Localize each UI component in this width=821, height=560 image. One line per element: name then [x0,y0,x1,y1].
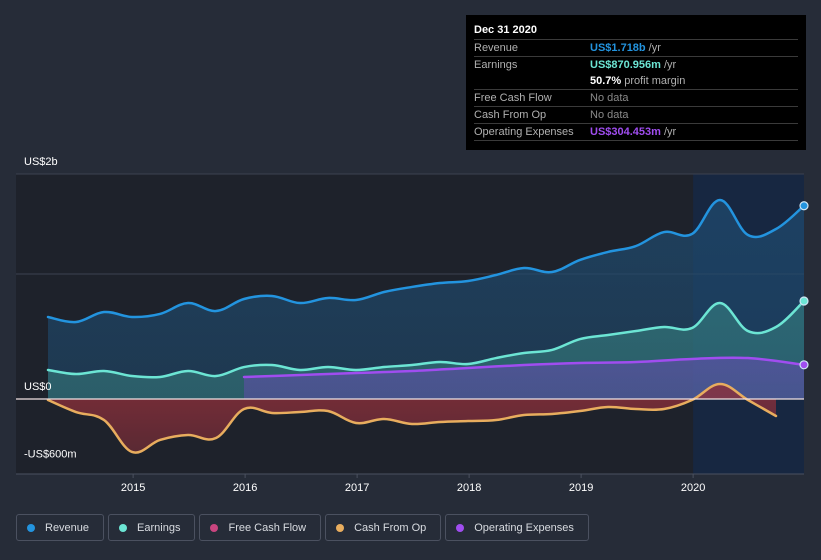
legend-label: Operating Expenses [474,521,574,534]
legend-item-free-cash-flow[interactable]: Free Cash Flow [199,514,322,541]
legend-dot-icon [456,523,465,532]
y-tick-label: US$0 [24,381,52,393]
x-tick-label: 2020 [681,482,705,494]
tooltip-row-label: Revenue [474,42,519,54]
legend-dot-icon [27,523,35,532]
operating-expenses-end-marker [799,360,809,370]
tooltip-row-unit: /yr [663,59,677,71]
legend-item-revenue[interactable]: Revenue [16,514,105,541]
tooltip-row: Earnings US$870.956m/yr [474,57,798,73]
tooltip-date: Dec 31 2020 [474,22,798,40]
tooltip-row-value: US$870.956m [590,59,661,71]
legend-dot-icon [336,523,345,532]
tooltip-row-label: Cash From Op [474,109,547,121]
legend-dot-icon [119,523,128,532]
legend-item-operating-expenses[interactable]: Operating Expenses [445,514,589,541]
x-tick-label: 2019 [569,482,593,494]
tooltip-row-label: Free Cash Flow [474,92,552,104]
tooltip-row-value: US$1.718b [590,42,646,54]
y-tick-label: US$2b [24,156,58,168]
legend-item-cash-from-op[interactable]: Cash From Op [325,514,442,541]
y-tick-label: -US$600m [24,449,77,461]
legend: Revenue Earnings Free Cash Flow Cash From O… [16,514,589,541]
legend-label: Revenue [45,521,90,534]
tooltip-row: Revenue US$1.718b/yr [474,40,798,57]
tooltip-row: Free Cash Flow No data [474,90,798,107]
tooltip-row: Operating Expenses US$304.453m/yr [474,124,798,141]
x-tick-label: 2015 [121,482,145,494]
tooltip-row-label: Operating Expenses [474,126,574,138]
earnings-end-marker [799,296,809,306]
tooltip-row: Cash From Op No data [474,107,798,124]
legend-label: Earnings [137,521,181,534]
tooltip-row-label: Earnings [474,59,518,71]
tooltip-row-value: No data [590,92,629,104]
x-tick-label: 2016 [233,482,257,494]
tooltip-row-unit: profit margin [624,75,686,87]
legend-item-earnings[interactable]: Earnings [108,514,196,541]
tooltip-row-value: No data [590,109,629,121]
tooltip-row-value: US$304.453m [590,126,661,138]
legend-label: Free Cash Flow [228,521,307,534]
tooltip-row-unit: /yr [648,42,661,54]
revenue-end-marker [799,201,809,211]
x-tick-label: 2017 [345,482,369,494]
legend-dot-icon [210,523,219,532]
tooltip: Dec 31 2020 Revenue US$1.718b/yr Earnings U… [466,15,806,150]
x-tick-label: 2018 [457,482,481,494]
tooltip-row: 50.7% profit margin [474,73,798,90]
tooltip-row-value: 50.7% [590,75,622,87]
legend-label: Cash From Op [354,521,427,534]
tooltip-row-label [474,73,590,89]
tooltip-row-unit: /yr [663,126,677,138]
